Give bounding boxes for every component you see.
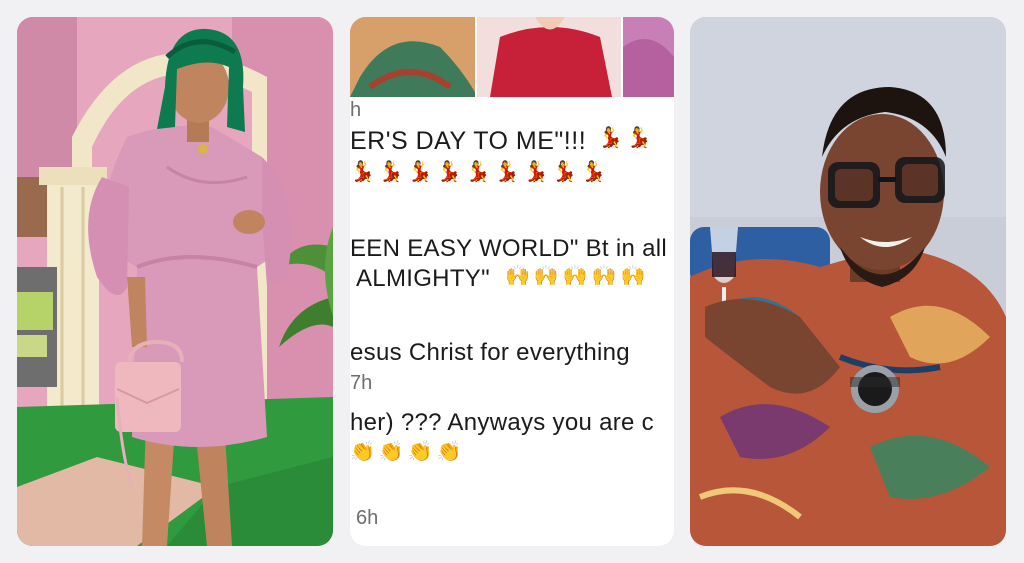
clap-emoji-row: 👏👏👏👏 xyxy=(350,441,466,463)
timestamp: h xyxy=(350,99,362,121)
timestamp: 7h xyxy=(350,372,373,394)
comment-line: esus Christ for everything xyxy=(350,339,630,366)
dancer-emoji-row: 💃💃 xyxy=(598,127,656,149)
right-photo-panel xyxy=(690,17,1006,546)
comment-line: ALMIGHTY" xyxy=(356,265,490,292)
comment-line: ER'S DAY TO ME"!!! xyxy=(350,127,587,155)
cropped-photos-strip xyxy=(350,17,674,97)
comment-line: EEN EASY WORLD" Bt in all xyxy=(350,235,668,262)
man-with-glasses-and-wine-glass-icon xyxy=(690,17,1006,546)
left-photo-panel xyxy=(17,17,333,546)
timestamp: 6h xyxy=(356,507,379,529)
woman-in-pink-dress-icon xyxy=(17,17,333,546)
raised-hands-emoji-row: 🙌🙌🙌🙌🙌 xyxy=(505,265,650,287)
comment-screenshot-panel: h ER'S DAY TO ME"!!! 💃💃 💃💃💃💃💃💃💃💃💃 EEN EA… xyxy=(350,17,674,546)
dancer-emoji-row: 💃💃💃💃💃💃💃💃💃 xyxy=(350,161,611,183)
comment-line: her) ??? Anyways you are c xyxy=(350,409,654,436)
